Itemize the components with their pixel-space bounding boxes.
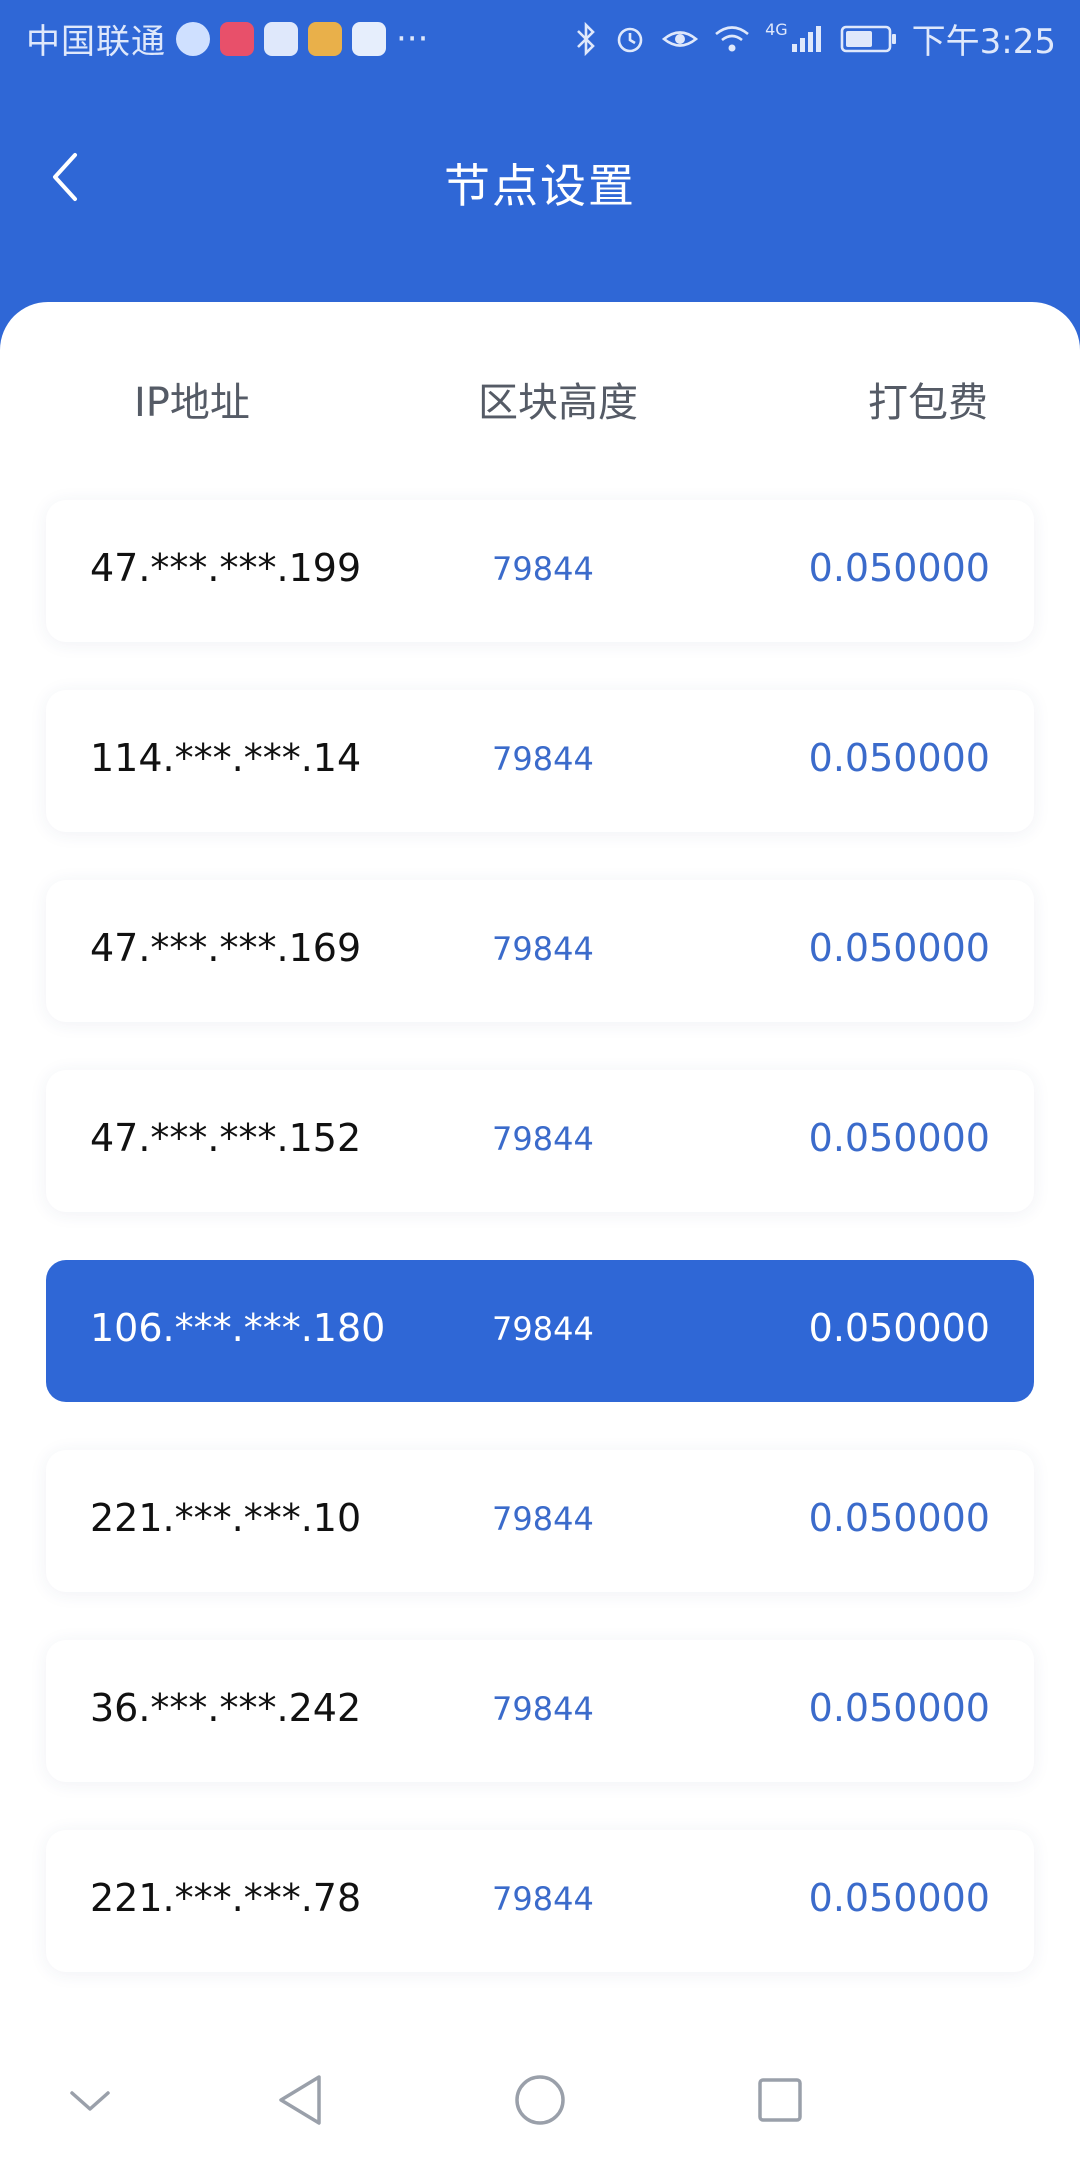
chevron-down-icon (70, 2091, 110, 2111)
node-fee: 0.050000 (808, 1306, 990, 1350)
node-ip: 47.***.***.169 (90, 926, 362, 970)
node-row[interactable]: 47.***.***.152 79844 0.050000 (46, 1070, 1034, 1212)
node-block-height: 79844 (492, 1120, 594, 1158)
status-bar: 中国联通 ··· 4G 下午3:25 (0, 0, 1080, 74)
node-ip: 47.***.***.199 (90, 546, 362, 590)
node-row[interactable]: 221.***.***.10 79844 0.050000 (46, 1450, 1034, 1592)
node-fee: 0.050000 (808, 1686, 990, 1730)
app-header: 节点设置 (0, 120, 1080, 240)
system-nav-bar (0, 2040, 1080, 2160)
node-ip: 36.***.***.242 (90, 1686, 362, 1730)
carrier-label: 中国联通 (26, 22, 166, 62)
node-ip: 114.***.***.14 (90, 736, 362, 780)
column-header-ip: IP地址 (134, 380, 250, 426)
notification-app-icon (220, 21, 254, 56)
node-row[interactable]: 36.***.***.242 79844 0.050000 (46, 1640, 1034, 1782)
node-block-height: 79844 (492, 1500, 594, 1538)
node-fee: 0.050000 (808, 1116, 990, 1160)
node-block-height: 79844 (492, 930, 594, 968)
node-fee: 0.050000 (808, 1876, 990, 1920)
home-circle-icon (515, 2075, 565, 2125)
notification-app-icon (176, 21, 210, 56)
notification-app-icon (308, 21, 342, 56)
signal-icon (791, 25, 821, 52)
node-list: 47.***.***.199 79844 0.050000 114.***.**… (46, 500, 1034, 2020)
clock-time: 下午3:25 (911, 22, 1056, 62)
node-fee: 0.050000 (808, 1496, 990, 1540)
status-left: 中国联通 ··· (26, 14, 428, 63)
node-row[interactable]: 47.***.***.199 79844 0.050000 (46, 500, 1034, 642)
node-fee: 0.050000 (808, 926, 990, 970)
node-block-height: 79844 (492, 1880, 594, 1918)
node-ip: 47.***.***.152 (90, 1116, 362, 1160)
node-fee: 0.050000 (808, 736, 990, 780)
node-row-selected[interactable]: 106.***.***.180 79844 0.050000 (46, 1260, 1034, 1402)
page-title: 节点设置 (444, 159, 636, 213)
network-type-label: 4G (765, 20, 788, 39)
nav-home-button[interactable] (500, 2060, 580, 2140)
recents-square-icon (758, 2078, 802, 2122)
eye-icon (661, 30, 699, 47)
column-header-fee: 打包费 (868, 380, 988, 426)
node-block-height: 79844 (492, 1690, 594, 1728)
node-fee: 0.050000 (808, 546, 990, 590)
hide-nav-button[interactable] (50, 2060, 130, 2140)
bluetooth-icon (577, 21, 595, 56)
more-notifications-icon: ··· (396, 18, 429, 59)
nav-back-button[interactable] (260, 2060, 340, 2140)
column-headers: IP地址 区块高度 打包费 (0, 362, 1080, 432)
notification-app-icon (352, 21, 386, 56)
node-row[interactable]: 221.***.***.78 79844 0.050000 (46, 1830, 1034, 1972)
node-block-height: 79844 (492, 550, 594, 588)
node-row[interactable]: 114.***.***.14 79844 0.050000 (46, 690, 1034, 832)
notification-app-icon (264, 21, 298, 56)
node-ip: 221.***.***.78 (90, 1876, 362, 1920)
node-block-height: 79844 (492, 1310, 594, 1348)
node-ip: 221.***.***.10 (90, 1496, 362, 1540)
status-right: 4G 下午3:25 (573, 14, 1056, 63)
column-header-block-height: 区块高度 (478, 380, 638, 426)
node-ip: 106.***.***.180 (90, 1306, 386, 1350)
alarm-icon (617, 27, 643, 52)
screen: 中国联通 ··· 4G 下午3:25 节点设置 IP地址 区块高度 打包费 47… (0, 0, 1080, 2160)
back-triangle-icon (279, 2075, 321, 2125)
nav-recents-button[interactable] (740, 2060, 820, 2140)
node-row[interactable]: 47.***.***.169 79844 0.050000 (46, 880, 1034, 1022)
battery-icon (840, 25, 896, 52)
node-block-height: 79844 (492, 740, 594, 778)
wifi-icon (715, 25, 749, 51)
node-list-panel: IP地址 区块高度 打包费 47.***.***.199 79844 0.050… (0, 302, 1080, 2160)
